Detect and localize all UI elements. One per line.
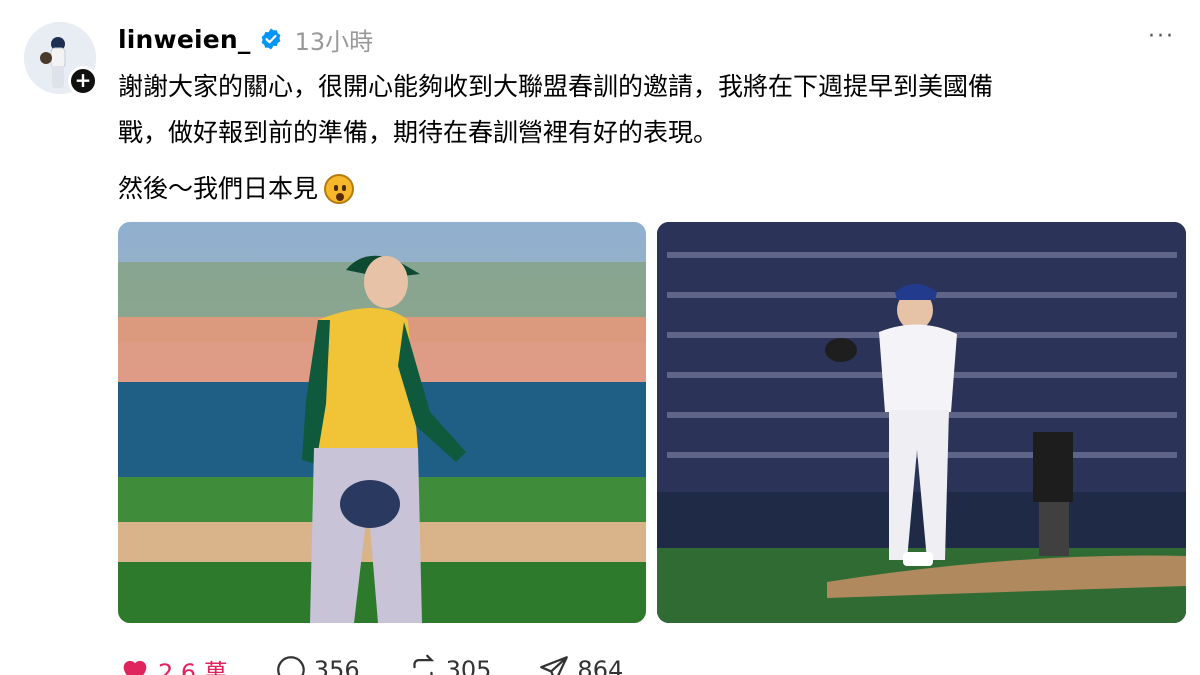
post-body-text: 謝謝大家的關心，很開心能夠收到大聯盟春訓的邀請，我將在下週提早到美國備 戰，做好… — [118, 72, 994, 147]
hushed-face-emoji-icon — [324, 174, 355, 204]
post-photo-2[interactable] — [657, 222, 1186, 623]
post-timestamp[interactable]: 13小時 — [295, 22, 374, 57]
repost-count: 305 — [445, 656, 492, 675]
post-body-text-2: 然後～我們日本見 — [118, 174, 319, 203]
username[interactable]: linweien_ — [118, 25, 251, 54]
repost-icon — [412, 654, 434, 675]
repost-button[interactable]: 305 — [406, 653, 492, 675]
heart-icon — [123, 660, 147, 675]
verified-badge-icon — [261, 28, 281, 50]
post-photo-1[interactable] — [118, 222, 646, 623]
avatar-wrapper[interactable]: + — [24, 22, 98, 96]
post-body-line-2: 然後～我們日本見 — [118, 166, 355, 212]
pitcher-taiwan-stadium-photo — [657, 222, 1186, 623]
more-options-icon[interactable]: ··· — [1148, 24, 1175, 49]
post-header: linweien_ 13小時 — [118, 22, 373, 56]
like-button[interactable]: 2.6 萬 — [118, 653, 228, 675]
like-count: 2.6 萬 — [158, 658, 228, 675]
share-button[interactable]: 864 — [537, 653, 623, 675]
pitcher-athletics-photo — [118, 222, 646, 623]
comment-count: 356 — [313, 656, 360, 675]
comment-button[interactable]: 356 — [274, 653, 360, 675]
share-count: 864 — [577, 656, 624, 675]
post-actions-bar: 2.6 萬 356 305 864 — [118, 650, 669, 675]
send-icon — [540, 656, 569, 675]
follow-plus-button[interactable]: + — [68, 66, 98, 96]
comment-icon — [276, 656, 305, 675]
